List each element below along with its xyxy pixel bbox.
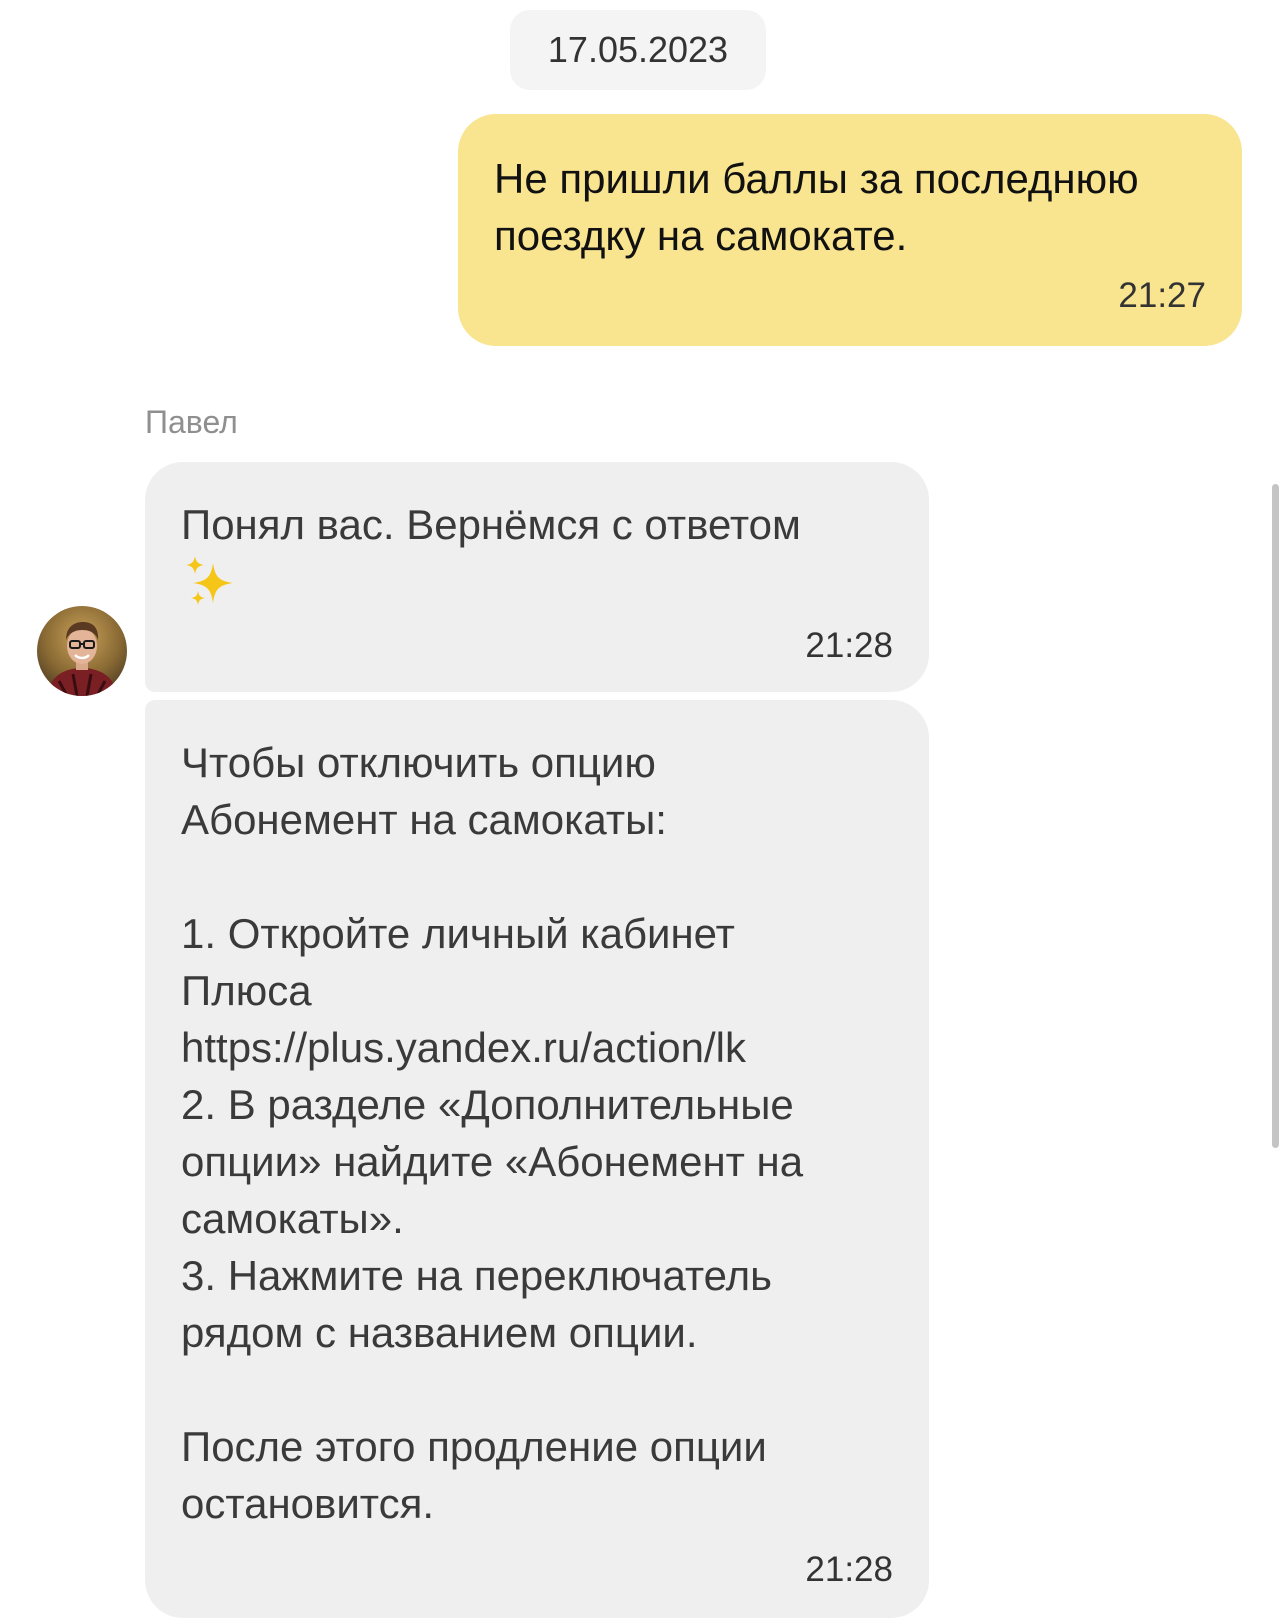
- message-text: Не пришли баллы за последнюю поездку на …: [494, 155, 1139, 259]
- sparkles-icon: [186, 556, 233, 605]
- outgoing-message-bubble[interactable]: Не пришли баллы за последнюю поездку на …: [458, 114, 1242, 346]
- message-text: Понял вас. Вернёмся с ответом: [181, 501, 801, 548]
- sender-name: Павел: [145, 404, 238, 440]
- scrollbar[interactable]: [1272, 484, 1279, 1148]
- message-time: 21:28: [805, 626, 893, 665]
- avatar[interactable]: [37, 606, 127, 696]
- incoming-message-bubble[interactable]: Чтобы отключить опцию Абонемент на самок…: [145, 700, 929, 1618]
- date-separator: 17.05.2023: [510, 10, 766, 90]
- avatar-photo: [37, 606, 127, 696]
- message-time: 21:28: [805, 1550, 893, 1589]
- message-time: 21:27: [1118, 276, 1206, 315]
- message-text: Чтобы отключить опцию Абонемент на самок…: [181, 739, 804, 1527]
- incoming-message-bubble[interactable]: Понял вас. Вернёмся с ответом 21:28: [145, 462, 929, 692]
